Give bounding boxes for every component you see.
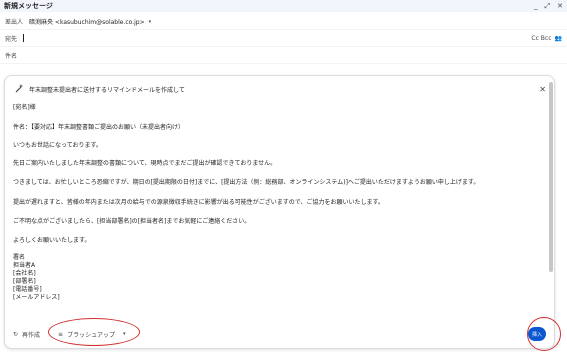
subject-row[interactable]: 件名 [0,47,567,64]
text-cursor [23,34,25,42]
annotation-circle-polish [48,318,140,346]
panel-scrollbar[interactable] [548,76,554,326]
from-row: 差出人 暗渕麻央 <kasubuchim@solable.co.jp> ▾ [0,14,567,30]
cc-bcc-controls[interactable]: Cc Bcc 👥 [531,35,562,42]
body-line: 担当者A [13,262,36,269]
to-label: 宛先 [5,35,18,43]
body-line: [メールアドレス] [13,294,60,301]
body-line: [電話番号] [13,286,42,293]
compose-title: 新規メッセージ [4,2,53,10]
compose-titlebar: 新規メッセージ _ ⤢ ✕ [0,0,567,12]
body-line: 先日ご案内いたしました年末調整の書類について、現時点でまだご提出が確認できており… [13,160,277,167]
to-row[interactable]: 宛先 Cc Bcc 👥 [0,30,567,47]
chevron-down-icon[interactable]: ▾ [149,19,152,25]
cc-bcc-link[interactable]: Cc Bcc [531,35,551,42]
subject-label: 件名 [5,52,18,60]
window-controls: _ ⤢ ✕ [534,2,563,11]
wand-icon [15,84,23,93]
from-label: 差出人 [5,19,24,26]
body-line: [部署名] [13,278,36,285]
body-line: [会社名] [13,270,36,277]
compose-scrollbar[interactable] [561,0,567,354]
from-sender[interactable]: 暗渕麻央 <kasubuchim@solable.co.jp> [29,17,145,26]
panel-scroll-thumb[interactable] [549,82,553,272]
annotation-circle-insert [527,317,561,351]
refresh-icon: ↻ [13,330,19,338]
body-line: よろしくお願いいたします。 [13,237,91,244]
close-icon[interactable]: ✕ [539,85,546,94]
ai-prompt-text: 年末調整未提出者に送付するリマインドメールを作成して [29,86,185,94]
expand-icon[interactable]: ⤢ [545,2,551,11]
body-line: つきましては、お忙しいところ恐縮ですが、期日の[提出期限の日付]までに、[提出方… [13,179,480,186]
minimize-icon[interactable]: _ [534,2,538,11]
body-line: 署名 [13,254,26,261]
ai-panel-header: 年末調整未提出者に送付するリマインドメールを作成して ✕ [5,76,554,102]
body-line: 件名：【要対応】年末調整書類ご提出のお願い（未提出者向け） [13,124,185,131]
body-line: ご不明な点がございましたら、[担当部署名]の[担当者名]までお気軽にご連絡くださ… [13,218,251,225]
body-line: [宛名]様 [13,104,36,111]
retry-label: 再作成 [22,331,41,339]
ai-draft-panel: 年末調整未提出者に送付するリマインドメールを作成して ✕ [宛名]様 件名：【要… [4,75,555,349]
body-line: 提出が遅れますと、皆様の年内または次月の給与での源泉徴収手続きに影響が出る可能性… [13,199,384,206]
body-line: いつもお世話になっております。 [13,142,102,149]
retry-button[interactable]: ↻ 再作成 [13,330,40,339]
